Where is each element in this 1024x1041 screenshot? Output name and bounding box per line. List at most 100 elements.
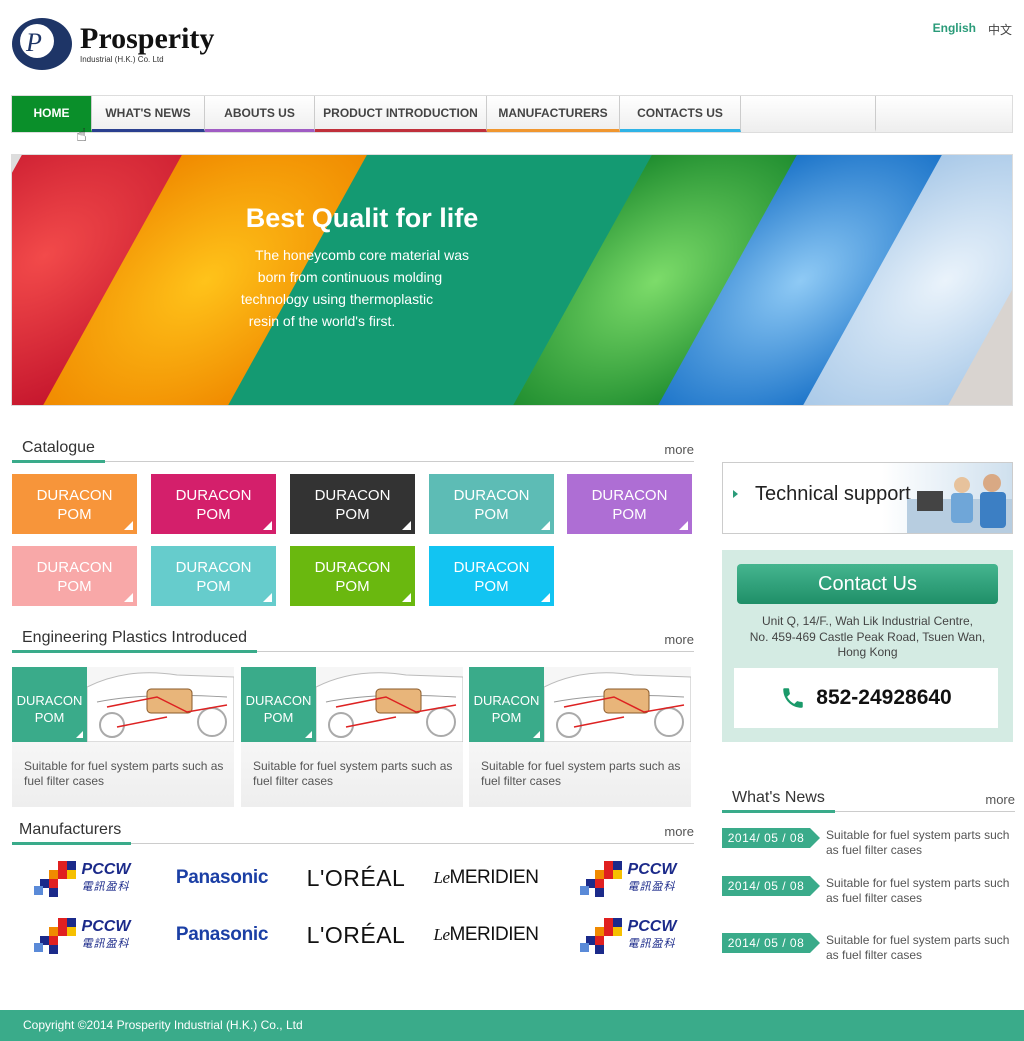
news-item[interactable]: 2014/ 05 / 08 Suitable for fuel system p… [722, 933, 1017, 969]
pccw-logo: PCCW 電訊盈科 [579, 861, 677, 897]
meridien-le: Le [433, 868, 451, 887]
manufacturer-logo-link[interactable]: PCCW 電訊盈科 [568, 858, 688, 898]
address-line: No. 459-469 Castle Peak Road, Tsuen Wan, [749, 629, 986, 644]
loreal-logo: L'ORÉAL [306, 921, 406, 948]
tile-line-2: POM [196, 506, 231, 523]
le-meridien-logo: LeMERIDIEN [434, 924, 539, 946]
news-item[interactable]: 2014/ 05 / 08 Suitable for fuel system p… [722, 828, 1017, 864]
tile-line-2: POM [57, 506, 92, 523]
contact-address: Unit Q, 14/F., Wah Lik Industrial Centre… [722, 614, 1013, 661]
engineering-card[interactable]: DURACON POM Suitable for fuel system parts… [12, 667, 234, 807]
footer-copyright: Copyright ©2014 Prosperity Industrial (H… [0, 1010, 1024, 1041]
banner-title: Best Qualit for life [245, 203, 479, 233]
nav-manufacturers[interactable]: MANUFACTURERS [487, 96, 620, 132]
manufacturers-header: Manufacturers more [12, 820, 694, 845]
contact-us-button[interactable]: Contact Us [737, 564, 998, 604]
pccw-logo: PCCW 電訊盈科 [579, 918, 677, 954]
address-line: Hong Kong [837, 645, 898, 659]
nav-product-introduction[interactable]: PRODUCT INTRODUCTION [315, 96, 487, 132]
nav-whats-news[interactable]: WHAT'S NEWS [92, 96, 205, 132]
manufacturer-logo-link[interactable]: PCCW 電訊盈科 [22, 915, 142, 955]
manufacturer-logo-link[interactable]: PCCW 電訊盈科 [568, 915, 688, 955]
tile-line-1: DURACON [314, 487, 391, 504]
phone-number: 852-24928640 [816, 686, 952, 709]
language-switcher: English 中文 [933, 21, 1012, 38]
address-line: Unit Q, 14/F., Wah Lik Industrial Centre… [762, 614, 973, 628]
lang-english-link[interactable]: English [933, 21, 976, 38]
pccw-name: PCCW [627, 918, 677, 935]
tile-line-2: POM [196, 578, 231, 595]
news-text: Suitable for fuel system parts such as f… [826, 876, 1010, 905]
manufacturers-more-link[interactable]: more [664, 824, 694, 843]
news-title: What's News [722, 789, 835, 813]
engineering-more-link[interactable]: more [664, 632, 694, 651]
support-staff-image [907, 474, 1012, 533]
catalogue-title: Catalogue [12, 439, 105, 463]
pccw-name: PCCW [627, 861, 677, 878]
eng-description: Suitable for fuel system parts such as f… [253, 759, 453, 788]
news-text: Suitable for fuel system parts such as f… [826, 828, 1010, 857]
banner-body: The honeycomb core material was born fro… [232, 244, 492, 332]
pccw-squares-icon [579, 861, 622, 897]
nav-empty-slot [741, 96, 876, 132]
company-logo[interactable]: P Prosperity Industrial (H.K.) Co. Ltd [12, 18, 214, 70]
news-date: 2014/ 05 / 08 [722, 876, 820, 896]
news-more-link[interactable]: more [985, 792, 1015, 811]
manufacturer-logo-link[interactable]: L'ORÉAL [296, 915, 416, 955]
catalogue-tile[interactable]: DURACON POM [429, 546, 554, 606]
eng-tile[interactable]: DURACON POM [12, 667, 87, 742]
news-item[interactable]: 2014/ 05 / 08 Suitable for fuel system p… [722, 876, 1017, 912]
manufacturer-logo-link[interactable]: L'ORÉAL [296, 858, 416, 898]
pccw-chinese-name: 電訊盈科 [627, 881, 676, 893]
hand-cursor-icon: ☝ [76, 125, 87, 145]
tile-line-2: POM [491, 710, 522, 725]
catalogue-tile[interactable]: DURACON POM [151, 546, 276, 606]
catalogue-tile[interactable]: DURACON POM [12, 546, 137, 606]
logo-letter: P [26, 28, 42, 57]
catalogue-tile[interactable]: DURACON POM [567, 474, 692, 534]
manufacturer-logo-link[interactable]: Panasonic [162, 915, 282, 955]
news-header: What's News more [722, 788, 1015, 813]
hero-banner[interactable]: Best Qualit for life The honeycomb core … [11, 154, 1013, 406]
tile-line-1: DURACON [453, 559, 530, 576]
le-meridien-logo: LeMERIDIEN [434, 867, 539, 889]
contact-phone[interactable]: 852-24928640 [734, 668, 998, 728]
tile-line-1: DURACON [473, 693, 540, 708]
engineering-card[interactable]: DURACON POM Suitable for fuel system parts… [241, 667, 463, 807]
catalogue-tile[interactable]: DURACON POM [290, 474, 415, 534]
engineering-card[interactable]: DURACON POM Suitable for fuel system parts… [469, 667, 691, 807]
panasonic-logo: Panasonic [175, 924, 269, 945]
tile-line-1: DURACON [175, 559, 252, 576]
catalogue-more-link[interactable]: more [664, 442, 694, 461]
manufacturer-logo-link[interactable]: LeMERIDIEN [426, 858, 546, 898]
catalogue-tile[interactable]: DURACON POM [290, 546, 415, 606]
nav-about-us[interactable]: ABOUTS US [205, 96, 315, 132]
meridien-name: MERIDIEN [449, 924, 539, 945]
banner-line: technology using thermoplastic [240, 291, 434, 307]
eng-tile[interactable]: DURACON POM [469, 667, 544, 742]
tile-line-1: DURACON [36, 559, 113, 576]
pccw-logo: PCCW 電訊盈科 [33, 918, 131, 954]
banner-line: born from continuous molding [257, 269, 443, 285]
manufacturer-logo-link[interactable]: PCCW 電訊盈科 [22, 858, 142, 898]
news-text: Suitable for fuel system parts such as f… [826, 933, 1010, 962]
pccw-logo: PCCW 電訊盈科 [33, 861, 130, 897]
manufacturer-logo-link[interactable]: Panasonic [162, 858, 282, 898]
banner-text-block: Best Qualit for life The honeycomb core … [232, 203, 492, 332]
tile-line-2: POM [57, 578, 92, 595]
tile-line-2: POM [335, 578, 370, 595]
tile-line-2: POM [34, 710, 65, 725]
manufacturer-logo-link[interactable]: LeMERIDIEN [426, 915, 546, 955]
catalogue-tile[interactable]: DURACON POM [151, 474, 276, 534]
company-name: Prosperity [80, 21, 215, 55]
catalogue-tile[interactable]: DURACON POM [12, 474, 137, 534]
eng-tile[interactable]: DURACON POM [241, 667, 316, 742]
car-fuel-system-image [316, 667, 463, 742]
lang-chinese-link[interactable]: 中文 [988, 21, 1012, 38]
catalogue-tile[interactable]: DURACON POM [429, 474, 554, 534]
pccw-squares-icon [33, 861, 76, 897]
technical-support-banner[interactable]: Technical support [722, 462, 1013, 534]
nav-contacts-us[interactable]: CONTACTS US [620, 96, 741, 132]
pccw-name: PCCW [81, 918, 131, 935]
engineering-header: Engineering Plastics Introduced more [12, 628, 694, 653]
